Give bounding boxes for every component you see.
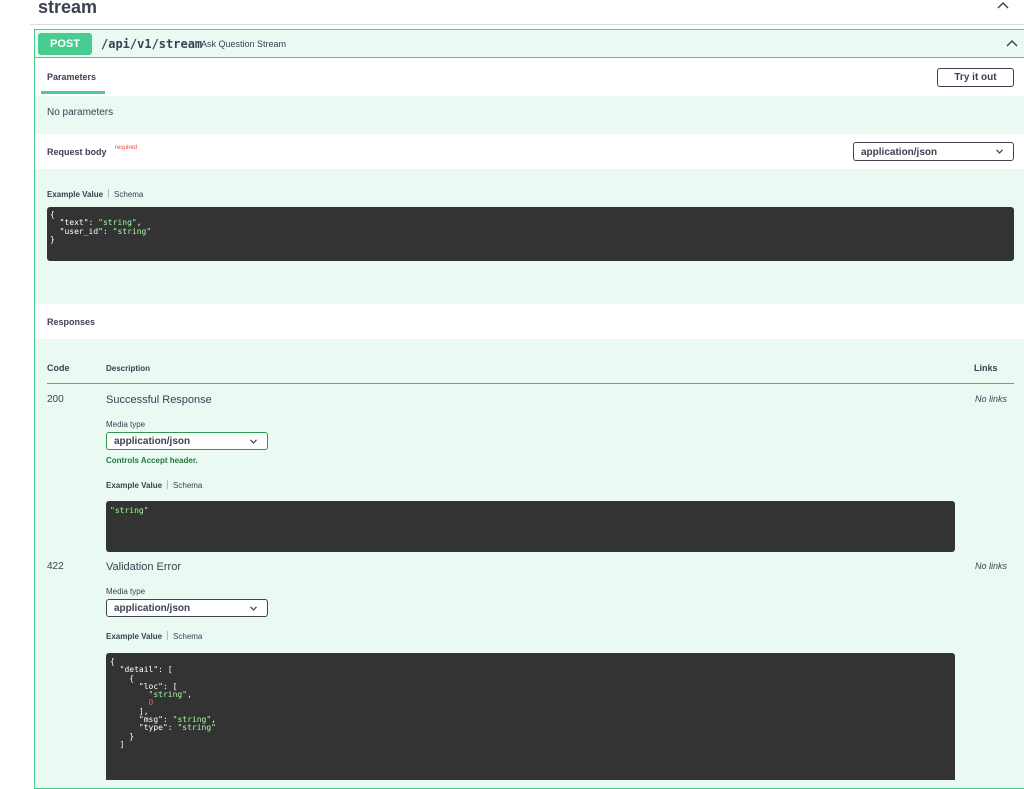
code-line: } [50,234,55,244]
response-code: 422 [47,561,64,572]
tab-example-value[interactable]: Example Value [47,190,103,199]
media-type-label: Media type [106,420,146,429]
response-description: Validation Error [106,561,181,573]
tab-schema[interactable]: Schema [114,190,143,199]
chevron-down-icon [996,149,1003,154]
tab-parameters-underline [41,91,105,94]
request-example-code: { "text": "string", "user_id": "string"} [47,207,1014,261]
media-type-select[interactable]: application/json [106,599,268,617]
method-badge: POST [38,33,92,55]
tab-example-value[interactable]: Example Value [106,632,162,641]
tab-example-value[interactable]: Example Value [106,481,162,490]
media-type-value: application/json [114,436,191,447]
media-type-select[interactable]: application/json [106,432,268,450]
response-links: No links [975,394,1008,404]
response-links: No links [975,561,1008,571]
request-example-tabs: Example Value Schema [47,189,143,199]
code-line: 0 [110,699,951,707]
accept-header-hint: Controls Accept header. [106,456,198,465]
table-header-divider [47,383,1014,384]
media-type-label: Media type [106,587,146,596]
request-body-label: Request body [47,147,107,157]
tag-title[interactable]: stream [38,0,97,18]
no-parameters-text: No parameters [47,107,114,118]
responses-header [35,304,1024,339]
column-header-description: Description [106,364,151,373]
response-description: Successful Response [106,394,212,406]
column-header-links: Links [974,363,998,373]
content-type-value: application/json [861,147,938,158]
response-example-tabs: Example Value Schema [106,631,202,641]
tab-schema[interactable]: Schema [173,632,202,641]
code-line: "user_id": "string" [50,226,152,236]
code-line: } [110,731,135,741]
code-line: ] [110,739,125,749]
response-example-code: "string" [106,501,955,552]
code-line: "text": "string", [50,218,142,228]
code-line: "detail": [ [110,665,173,675]
code-string: "string" [177,723,216,733]
tab-schema[interactable]: Schema [173,481,202,490]
code-line: { [110,673,135,683]
try-it-out-button[interactable]: Try it out [937,68,1014,87]
code-string: "string" [112,226,152,236]
code-line: ], [110,706,149,716]
code-line: { [50,210,55,219]
code-string: "string" [148,690,188,700]
code-line: "loc": [ [110,681,178,691]
operation-summary-text: Ask Question Stream [201,39,287,49]
code-line: "string", [148,690,192,700]
response-example-code: { "detail": [ { "loc": [ "string", 0 ], … [106,653,955,780]
content-type-select[interactable]: application/json [853,142,1014,161]
code-line: "msg": "string", [110,715,216,725]
media-type-value: application/json [114,603,191,614]
operation-path: /api/v1/stream [101,37,203,51]
code-string: "string" [110,506,149,515]
code-number: 0 [148,698,154,708]
responses-label: Responses [47,317,96,327]
parameters-header [35,58,1024,96]
required-badge: required [115,145,138,151]
chevron-up-icon[interactable] [1005,38,1019,48]
tab-parameters[interactable]: Parameters [47,72,96,82]
code-line: "type": "string" [110,723,216,733]
response-example-tabs: Example Value Schema [106,480,202,490]
column-header-code: Code [47,363,70,373]
chevron-up-icon[interactable] [996,0,1010,10]
tag-divider [30,24,1024,25]
response-code: 200 [47,394,64,405]
chevron-down-icon [250,606,257,611]
code-line: { [110,657,115,666]
chevron-down-icon [250,439,257,444]
